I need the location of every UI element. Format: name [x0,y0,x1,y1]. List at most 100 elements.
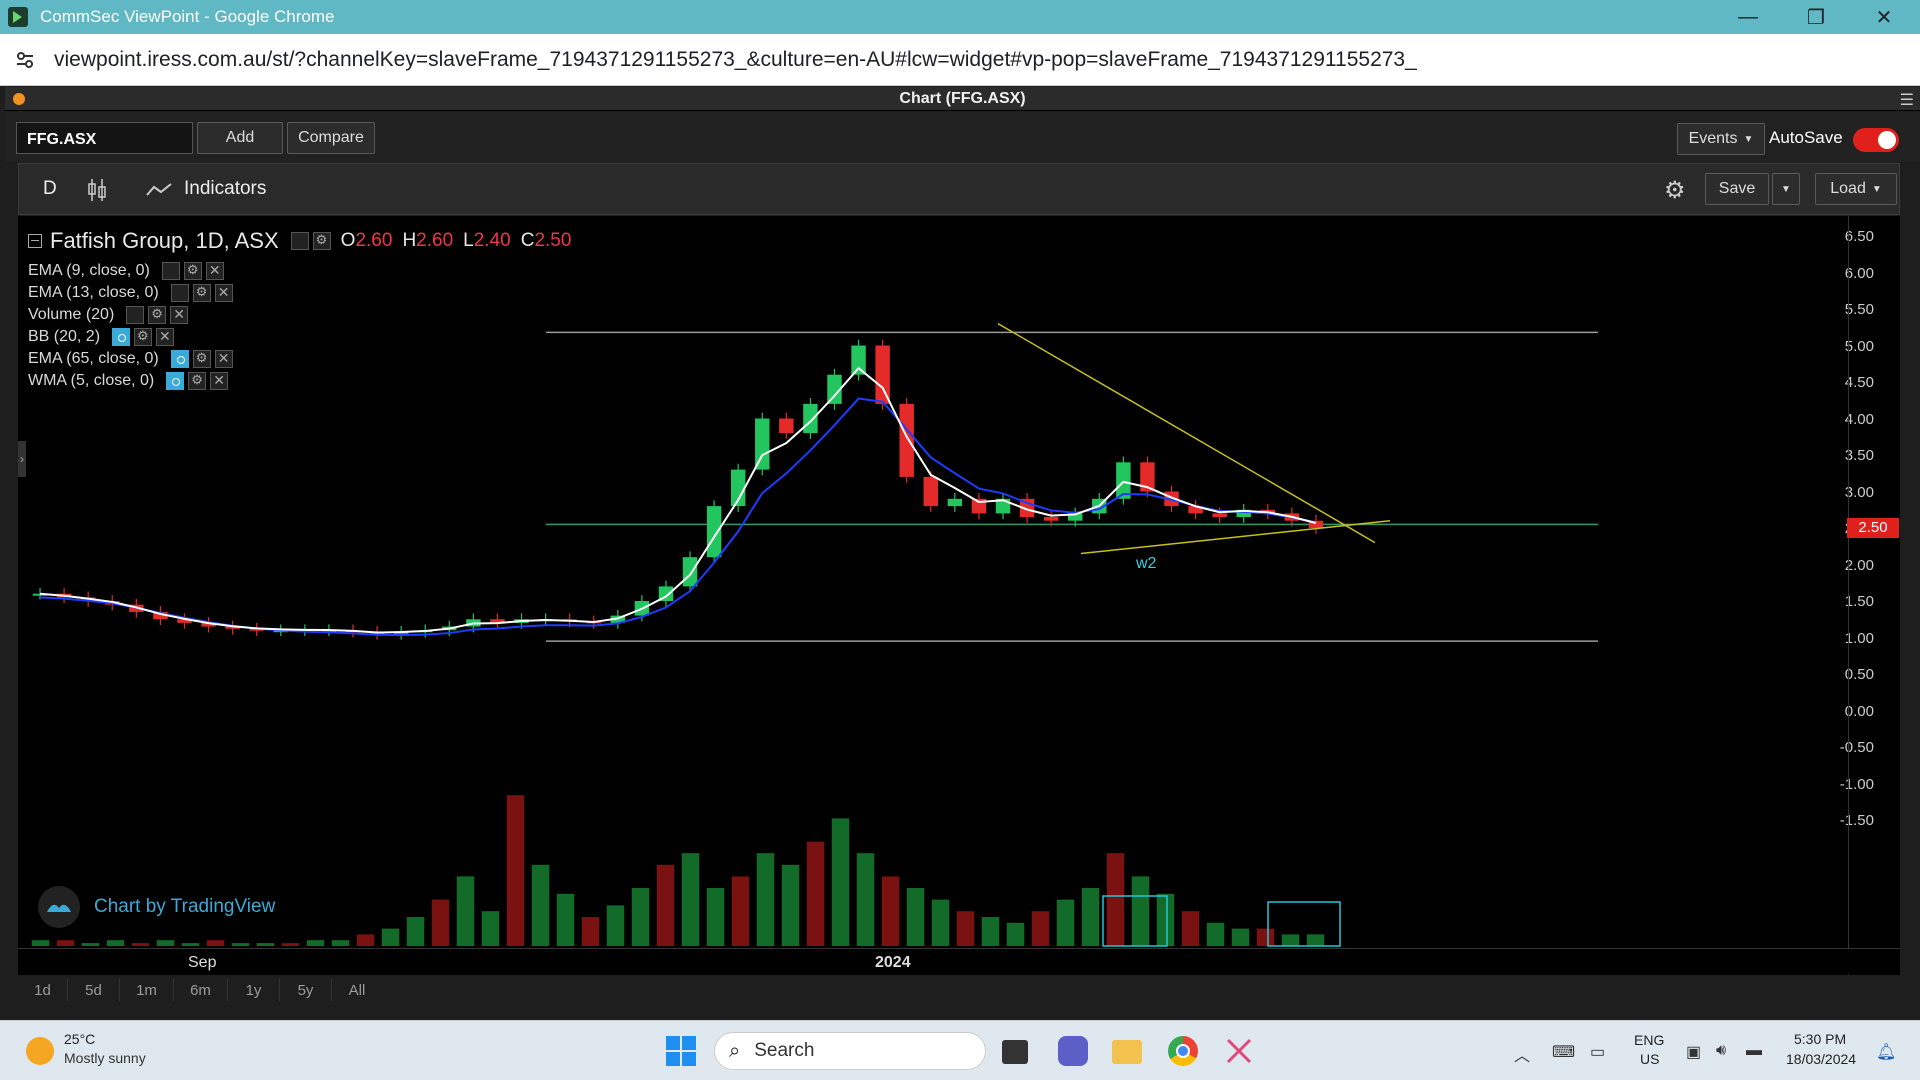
lang-line2[interactable]: US [1640,1051,1659,1067]
remove-indicator-icon[interactable] [210,372,229,390]
eye-icon[interactable] [166,372,185,390]
autosave-toggle[interactable] [1853,128,1899,152]
file-explorer-icon[interactable] [1112,1040,1142,1064]
save-options-chevron-icon[interactable]: ▼ [1772,173,1800,205]
weather-text[interactable]: Mostly sunny [64,1050,146,1066]
eye-icon[interactable] [126,306,145,324]
range-6m[interactable]: 6m [174,979,228,1001]
tradingview-label: Chart by TradingView [94,896,276,917]
compare-button[interactable]: Compare [287,122,375,154]
range-5d[interactable]: 5d [68,979,120,1001]
minimize-button[interactable]: — [1714,0,1782,34]
price-axis-label: 0.00 [1844,702,1874,720]
indicators-button[interactable]: Indicators [184,178,266,200]
price-axis-label: 3.00 [1844,483,1874,501]
gear-icon[interactable] [192,284,211,302]
chart-canvas[interactable]: w2 Fatfish Group, 1D, ASX O2.60 H2.60 L2… [18,216,1900,976]
eye-icon[interactable] [290,232,309,250]
clock-time[interactable]: 5:30 PM [1794,1031,1846,1047]
indicator-row[interactable]: EMA (65, close, 0) [28,350,233,368]
range-5y[interactable]: 5y [280,979,332,1001]
teams-chat-icon[interactable] [1058,1036,1088,1066]
chevron-up-icon[interactable]: ︿ [1514,1042,1530,1066]
candle-body [1043,517,1059,521]
load-dropdown[interactable]: Load ▼ [1815,173,1897,205]
add-button[interactable]: Add [197,122,283,154]
indicator-row[interactable]: BB (20, 2) [28,328,175,346]
clock-date[interactable]: 18/03/2024 [1786,1051,1856,1067]
volume-bar [106,940,125,946]
task-view-icon[interactable] [1002,1040,1028,1064]
indicator-label: Volume (20) [28,306,115,323]
indicators-icon[interactable] [145,181,173,204]
battery-icon[interactable]: ▬ [1746,1042,1762,1060]
remove-indicator-icon[interactable] [205,262,224,280]
remove-indicator-icon[interactable] [214,284,233,302]
panel-title: Chart (FFG.ASX) [899,89,1026,107]
gear-icon[interactable] [312,232,331,250]
side-panel-expand-icon[interactable]: › [18,441,26,477]
gear-icon[interactable] [183,262,202,280]
indicator-row[interactable]: WMA (5, close, 0) [28,372,229,390]
volume-bar [1206,922,1225,946]
url-text[interactable]: viewpoint.iress.com.au/st/?channelKey=sl… [54,48,1417,72]
indicator-row[interactable]: EMA (9, close, 0) [28,262,224,280]
tradingview-watermark[interactable]: Chart by TradingView [38,886,275,928]
time-axis[interactable]: Sep 2024 [18,948,1900,974]
volume-bar [806,841,825,946]
eye-icon[interactable] [170,350,189,368]
weather-sun-icon[interactable] [26,1037,54,1065]
collapse-icon[interactable] [28,234,42,248]
price-chart[interactable]: w2 [18,216,1900,976]
price-axis-label: 2.00 [1844,556,1874,574]
high-value: 2.60 [416,230,454,251]
gear-icon[interactable] [188,372,207,390]
range-all[interactable]: All [332,979,382,1001]
price-axis-label: 6.50 [1844,228,1874,245]
indicator-row[interactable]: Volume (20) [28,306,189,324]
network-icon[interactable]: ▣ [1686,1042,1701,1062]
eye-icon[interactable] [170,284,189,302]
restore-button[interactable]: ❐ [1782,0,1850,34]
weather-temp[interactable]: 25°C [64,1031,95,1047]
panel-header: Chart (FFG.ASX) ☰ [5,87,1920,111]
notification-bell-icon[interactable]: 🔔︎ [1876,1042,1896,1062]
price-axis-label: -1.00 [1839,775,1874,793]
gear-icon[interactable] [134,328,153,346]
site-settings-icon[interactable] [10,45,40,75]
close-button[interactable]: ✕ [1850,0,1918,34]
candle-style-icon[interactable] [85,177,109,208]
remove-indicator-icon[interactable] [156,328,175,346]
remove-indicator-icon[interactable] [170,306,189,324]
save-button[interactable]: Save [1705,173,1769,205]
volume-bar [1056,899,1075,946]
autosave-label: AutoSave [1769,128,1843,147]
interval-button[interactable]: D [43,178,57,200]
time-label-sep: Sep [188,954,217,971]
settings-gear-icon[interactable]: ⚙ [1664,176,1686,205]
volume-bar [556,893,575,946]
remove-indicator-icon[interactable] [214,350,233,368]
windows-start-icon[interactable] [666,1036,696,1066]
range-1m[interactable]: 1m [120,979,174,1001]
symbol-input[interactable]: FFG.ASX [16,122,193,154]
snipping-tool-icon[interactable] [1224,1036,1254,1066]
keyboard-icon[interactable]: ⌨ [1552,1042,1575,1062]
hamburger-menu-icon[interactable]: ☰ [1900,90,1914,110]
display-icon[interactable]: ▭ [1590,1042,1605,1062]
volume-bar [981,917,1000,946]
gear-icon[interactable] [148,306,167,324]
volume-bar [181,943,200,946]
address-bar[interactable]: viewpoint.iress.com.au/st/?channelKey=sl… [0,34,1920,86]
range-1y[interactable]: 1y [228,979,280,1001]
volume-icon[interactable]: 🔊︎ [1716,1042,1726,1060]
gear-icon[interactable] [192,350,211,368]
indicator-row[interactable]: EMA (13, close, 0) [28,284,233,302]
range-1d[interactable]: 1d [18,979,68,1001]
lang-line1[interactable]: ENG [1634,1032,1664,1048]
events-dropdown[interactable]: Events ▼ [1677,123,1765,155]
eye-icon[interactable] [161,262,180,280]
volume-bar [406,917,425,946]
taskbar-search-box[interactable]: ⌕ Search [714,1032,986,1070]
eye-icon[interactable] [112,328,131,346]
